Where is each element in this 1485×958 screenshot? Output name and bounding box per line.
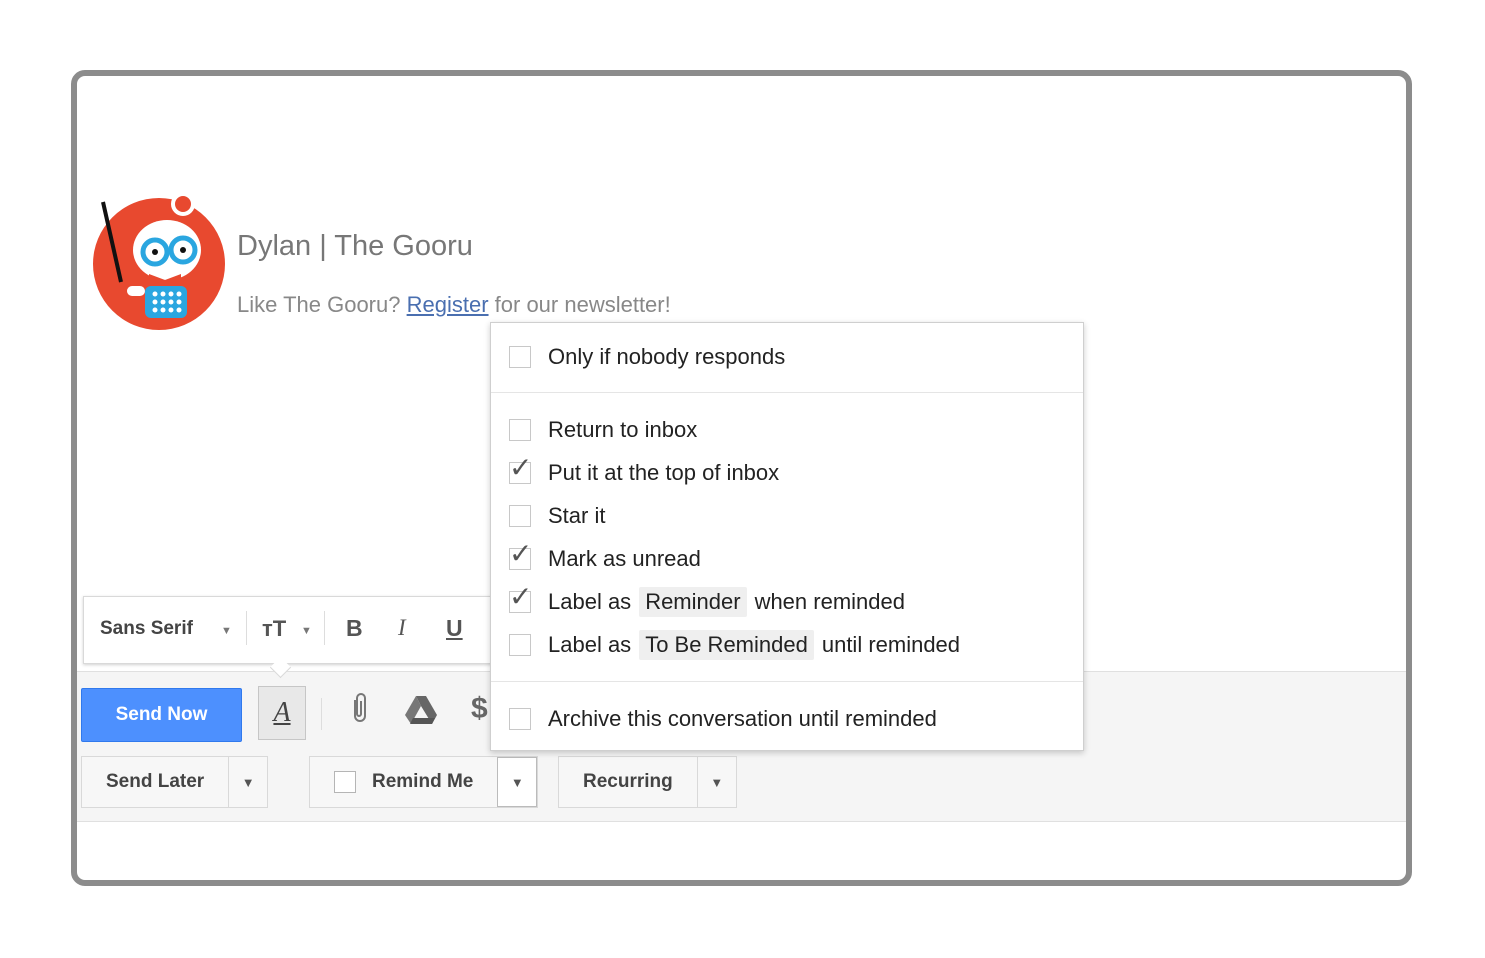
separator	[321, 698, 322, 730]
option-put-at-top-of-inbox[interactable]: ✓ Put it at the top of inbox	[509, 454, 780, 486]
send-later-button-group: Send Later ▼	[81, 756, 269, 808]
checkbox[interactable]	[509, 634, 531, 656]
checkbox[interactable]: ✓	[509, 540, 532, 570]
menu-divider	[491, 681, 1083, 682]
option-label: Mark as unread	[548, 546, 701, 571]
checkmark-icon: ✓	[509, 452, 533, 483]
option-label: Label as	[548, 589, 632, 614]
option-star-it[interactable]: Star it	[509, 503, 605, 529]
option-label: Archive this conversation until reminded	[548, 706, 937, 731]
signature-suffix: for our newsletter!	[494, 292, 671, 317]
paperclip-icon[interactable]	[349, 692, 371, 732]
signature-newsletter-line: Like The Gooru? Register for our newslet…	[237, 292, 671, 318]
signature-name: Dylan | The Gooru	[237, 230, 473, 262]
remind-me-button[interactable]: Remind Me	[310, 757, 497, 807]
checkbox[interactable]	[509, 346, 531, 368]
formatting-bar: Sans Serif ▼ ᴛT ▼ B I U	[83, 596, 505, 664]
remind-me-dropdown-icon[interactable]: ▼	[497, 757, 538, 807]
option-only-if-nobody-responds[interactable]: Only if nobody responds	[509, 344, 785, 370]
send-later-button[interactable]: Send Later	[82, 757, 228, 807]
option-archive-until-reminded[interactable]: Archive this conversation until reminded	[509, 706, 937, 732]
option-label: Star it	[548, 503, 606, 528]
formatting-options-toggle[interactable]: A	[258, 686, 306, 740]
menu-divider	[491, 392, 1083, 393]
remind-me-checkbox[interactable]	[334, 771, 356, 793]
remind-me-options-menu: Only if nobody responds Return to inbox …	[490, 322, 1084, 751]
recurring-dropdown-icon[interactable]: ▼	[696, 757, 736, 807]
separator	[246, 611, 247, 645]
font-dropdown-icon[interactable]: ▼	[221, 625, 232, 637]
gooru-avatar	[93, 192, 225, 330]
font-size-icon[interactable]: ᴛT	[262, 616, 286, 642]
option-label-when-reminded[interactable]: ✓ Label as Reminder when reminded	[509, 583, 905, 617]
option-label: Return to inbox	[548, 417, 698, 442]
signature-prefix: Like The Gooru?	[237, 292, 401, 317]
option-label: Label as	[548, 632, 632, 657]
checkmark-icon: ✓	[509, 538, 533, 569]
send-now-button[interactable]: Send Now	[81, 688, 242, 742]
option-label: Only if nobody responds	[548, 344, 786, 369]
bold-button[interactable]: B	[346, 615, 363, 642]
option-mark-as-unread[interactable]: ✓ Mark as unread	[509, 540, 701, 572]
option-label: Put it at the top of inbox	[548, 460, 780, 485]
label-chip: To Be Reminded	[639, 630, 814, 660]
checkmark-icon: ✓	[509, 581, 533, 612]
compose-window: Dylan | The Gooru Like The Gooru? Regist…	[71, 70, 1412, 886]
dollar-icon[interactable]: $	[471, 692, 488, 726]
checkbox[interactable]	[509, 419, 531, 441]
font-family-select[interactable]: Sans Serif	[100, 618, 193, 640]
checkbox[interactable]	[509, 505, 531, 527]
register-link[interactable]: Register	[407, 292, 489, 317]
send-later-dropdown-icon[interactable]: ▼	[228, 757, 267, 807]
option-label-suffix: when reminded	[754, 589, 905, 614]
google-drive-icon[interactable]	[405, 696, 437, 732]
checkbox[interactable]: ✓	[509, 583, 532, 613]
checkbox[interactable]: ✓	[509, 454, 532, 484]
underline-button[interactable]: U	[446, 615, 463, 642]
option-label-suffix: until reminded	[821, 632, 961, 657]
checkbox[interactable]	[509, 708, 531, 730]
option-return-to-inbox[interactable]: Return to inbox	[509, 417, 697, 443]
font-size-dropdown-icon[interactable]: ▼	[301, 625, 312, 637]
separator	[324, 611, 325, 645]
recurring-button[interactable]: Recurring	[559, 757, 697, 807]
option-label-until-reminded[interactable]: Label as To Be Reminded until reminded	[509, 630, 960, 660]
remind-me-button-group: Remind Me ▼	[309, 756, 539, 808]
italic-button[interactable]: I	[398, 615, 406, 641]
label-chip: Reminder	[639, 587, 747, 617]
remind-me-label: Remind Me	[372, 771, 474, 792]
recurring-button-group: Recurring ▼	[558, 756, 737, 808]
